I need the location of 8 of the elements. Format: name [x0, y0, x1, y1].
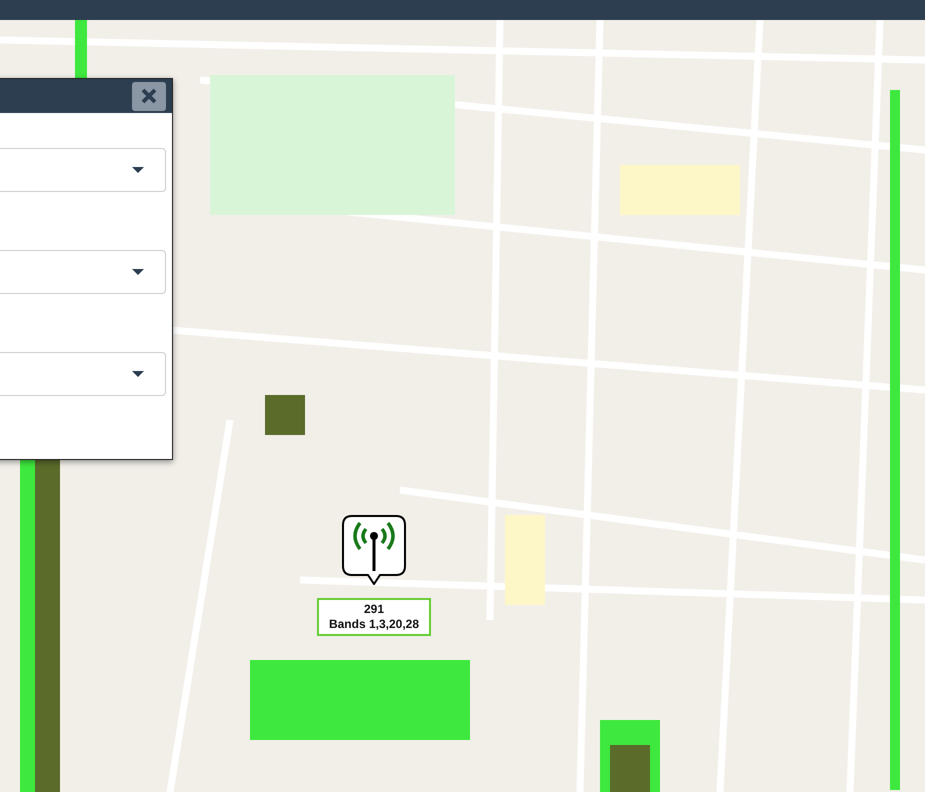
map-background[interactable]: 291 Bands 1,3,20,28 — [0, 20, 925, 792]
caret-icon — [131, 166, 145, 174]
site-label: 291 Bands 1,3,20,28 — [317, 598, 431, 636]
close-icon — [140, 87, 158, 105]
cell-tower-marker[interactable] — [342, 515, 406, 585]
close-button[interactable] — [132, 82, 166, 110]
caret-icon — [131, 370, 145, 378]
caret-icon — [131, 268, 145, 276]
